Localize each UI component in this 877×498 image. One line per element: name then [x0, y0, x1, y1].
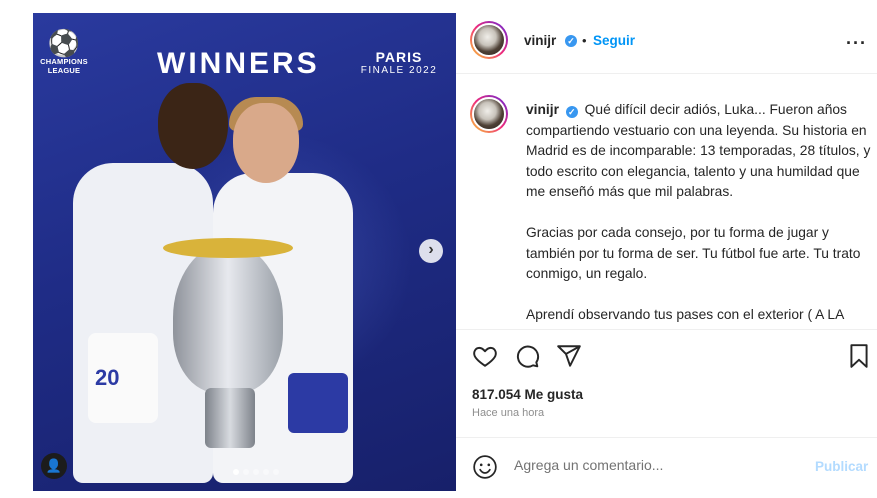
post-timestamp[interactable]: Hace una hora [472, 407, 544, 419]
final-event: FINALE 2022 [360, 65, 438, 76]
carousel-dot [253, 469, 259, 475]
comment-input[interactable] [514, 457, 804, 473]
player-left-head [158, 83, 228, 169]
actions-divider [456, 329, 877, 330]
carousel-dots [233, 469, 279, 475]
header-avatar[interactable] [470, 21, 508, 59]
caption-username[interactable]: vinijr [526, 102, 559, 117]
likes-count[interactable]: 817.054 Me gusta [472, 387, 583, 402]
share-send-icon[interactable] [556, 343, 582, 369]
caption-text-1: Qué difícil decir adiós, Luka... Fueron … [526, 102, 871, 199]
follow-button[interactable]: Seguir [593, 33, 635, 48]
post-actions [472, 343, 870, 371]
comment-row: Publicar [472, 453, 877, 483]
caption-avatar[interactable] [470, 95, 508, 133]
player-right-shorts [288, 373, 348, 433]
carousel-dot [233, 469, 239, 475]
caption-text-2: Gracias por cada consejo, por tu forma d… [526, 225, 861, 281]
emoji-icon[interactable] [472, 454, 498, 480]
trophy-rim [163, 238, 293, 258]
header-divider [456, 73, 877, 74]
carousel-dot [243, 469, 249, 475]
starball-icon: ⚽ [47, 28, 81, 58]
winners-headline: WINNERS [157, 47, 320, 80]
shirt-number: 20 [95, 365, 120, 390]
more-options-icon[interactable]: ··· [846, 33, 867, 54]
comment-bubble-icon[interactable] [514, 343, 540, 369]
next-slide-arrow-icon[interactable]: › [419, 239, 443, 263]
publish-button[interactable]: Publicar [815, 459, 868, 474]
trophy-cup [173, 243, 283, 393]
ucl-logo-line2: LEAGUE [47, 66, 81, 75]
trophy-base [205, 388, 255, 448]
header-username[interactable]: vinijr [524, 33, 556, 48]
caption-paragraph: vinijr ✓ Qué difícil decir adiós, Luka..… [526, 100, 871, 203]
champions-league-logo: ⚽ CHAMPIONS LEAGUE [33, 29, 95, 75]
caption-verified-icon: ✓ [565, 106, 578, 118]
tagged-users-icon[interactable]: 👤 [41, 453, 67, 479]
save-bookmark-icon[interactable] [848, 343, 870, 369]
post-caption: vinijr ✓ Qué difícil decir adiós, Luka..… [526, 100, 871, 346]
caption-text-3: Aprendí observando tus pases con el exte… [526, 307, 845, 322]
header-separator: • [582, 33, 587, 48]
player-right-head [233, 103, 299, 183]
ucl-logo-line1: CHAMPIONS [40, 57, 88, 66]
verified-badge-icon: ✓ [565, 35, 577, 47]
comment-divider [456, 437, 877, 438]
carousel-dot [273, 469, 279, 475]
final-location: PARIS FINALE 2022 [353, 49, 445, 76]
post-side-panel: vinijr ✓ • Seguir ··· vinijr ✓ Qué difíc… [456, 13, 877, 491]
final-city: PARIS [375, 49, 423, 65]
carousel-dot [263, 469, 269, 475]
post-image[interactable]: ⚽ CHAMPIONS LEAGUE WINNERS PARIS FINALE … [33, 13, 456, 491]
like-heart-icon[interactable] [472, 343, 498, 369]
